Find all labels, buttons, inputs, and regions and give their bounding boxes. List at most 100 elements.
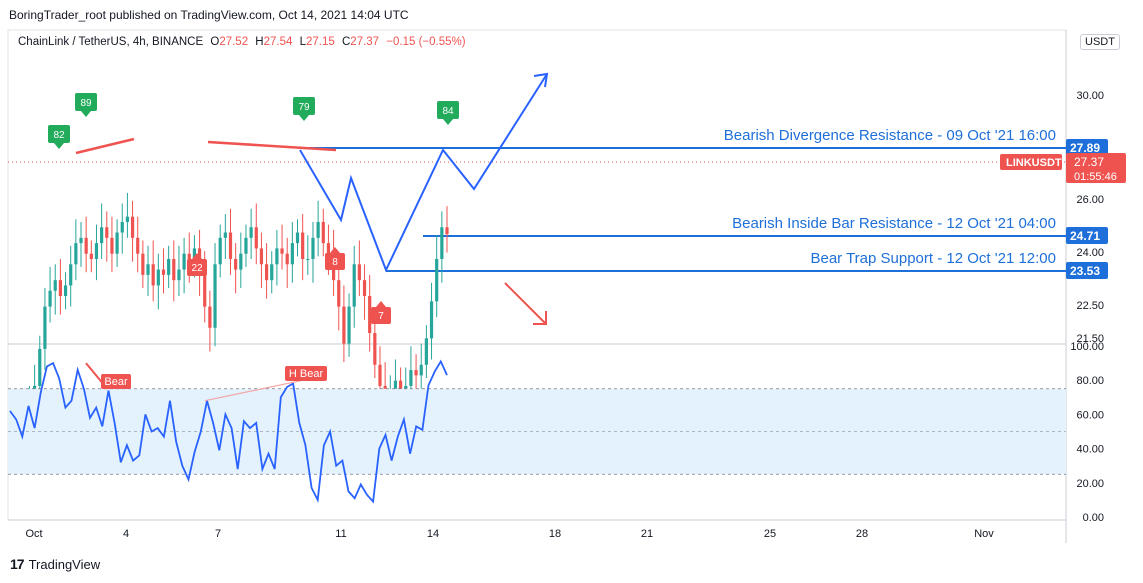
candle-body (161, 269, 166, 275)
candle-body (125, 216, 130, 222)
candle-body (74, 243, 78, 265)
candle-body (172, 258, 176, 281)
candle-body (141, 253, 145, 275)
green-marker-pointer (299, 115, 309, 121)
candle-body (223, 232, 227, 238)
time-tick-label: 11 (335, 528, 346, 540)
candle-body (435, 258, 439, 302)
candle-body (203, 274, 207, 307)
tradingview-logo-icon: 17 (10, 556, 25, 572)
candle-body (48, 290, 52, 307)
green-marker-label: 89 (80, 98, 92, 109)
candle-body (414, 370, 418, 376)
bearish-divergence-line (75, 137, 135, 155)
divergence-label: Bear (104, 376, 128, 388)
candle-body (100, 227, 104, 244)
candle-body (316, 221, 320, 238)
projection-path (299, 73, 548, 273)
candle-body (321, 221, 325, 244)
candle-body (218, 237, 222, 265)
candle-body (301, 232, 305, 259)
price-level-tag-value: 27.89 (1070, 141, 1100, 155)
candle-body (58, 280, 62, 297)
candle-body (146, 264, 150, 275)
tradingview-footer: 17 TradingView (10, 556, 100, 572)
candle-body (79, 237, 83, 244)
candle-body (378, 364, 382, 386)
candle-body (115, 232, 119, 254)
price-tick-label: 30.00 (1076, 90, 1104, 102)
candle-body (249, 227, 253, 238)
price-tick-label: 24.00 (1076, 247, 1104, 259)
rsi-tick-label: 0.00 (1083, 512, 1104, 524)
candle-body (285, 253, 289, 265)
rsi-tick-label: 60.00 (1076, 409, 1104, 421)
candle-body (295, 232, 300, 244)
candle-body (105, 227, 109, 238)
last-price-value: 27.37 (1074, 155, 1104, 169)
green-marker-label: 79 (298, 102, 310, 113)
red-marker-label: 8 (332, 257, 338, 268)
candle-body (244, 237, 248, 254)
green-marker-label: 84 (442, 106, 454, 117)
candle-body (151, 264, 155, 286)
candle-body (352, 264, 356, 307)
price-level-label: Bearish Divergence Resistance - 09 Oct '… (724, 127, 1056, 144)
price-level-label: Bearish Inside Bar Resistance - 12 Oct '… (732, 215, 1056, 232)
time-tick-label: 28 (856, 528, 868, 540)
time-tick-label: 14 (427, 528, 439, 540)
candle-body (342, 306, 346, 344)
candle-body (270, 264, 274, 281)
candle-body (177, 269, 181, 281)
red-marker-label: 7 (378, 311, 384, 322)
down-arrow (504, 282, 547, 325)
currency-selector[interactable]: USDT (1080, 34, 1120, 50)
symbol-tag-label: LINKUSDT (1006, 157, 1062, 169)
tradingview-brand: TradingView (28, 556, 101, 572)
price-level-tag-value: 24.71 (1070, 229, 1100, 243)
time-tick-label: 7 (215, 528, 221, 540)
hidden-bearish-divergence-line (207, 140, 337, 152)
time-tick-label: 18 (549, 528, 561, 540)
candle-body (362, 280, 367, 297)
candle-body (63, 285, 68, 297)
green-marker-pointer (54, 143, 64, 149)
green-marker-pointer (81, 111, 91, 117)
candle-body (110, 237, 114, 254)
time-tick-label: 25 (764, 528, 776, 540)
candle-body (254, 227, 258, 249)
candle-body (347, 306, 351, 344)
candle-body (228, 232, 233, 259)
candle-body (373, 333, 377, 365)
candle-body (275, 248, 279, 265)
candle-body (419, 364, 423, 376)
price-tick-label: 26.00 (1076, 194, 1104, 206)
green-marker-label: 82 (53, 130, 65, 141)
time-tick-label: 21 (641, 528, 653, 540)
rsi-tick-label: 40.00 (1076, 444, 1104, 456)
candle-body (120, 221, 124, 233)
chart-canvas[interactable]: Oct47111418212528Nov30.0028.0026.0024.00… (0, 0, 1143, 583)
candle-body (38, 348, 42, 386)
candle-body (69, 264, 73, 286)
green-marker-pointer (443, 119, 453, 125)
candle-body (337, 280, 341, 307)
candle-body (130, 216, 135, 238)
time-tick-label: Nov (974, 528, 994, 540)
candle-body (440, 227, 444, 259)
candle-body (43, 306, 47, 349)
candle-body (182, 253, 186, 270)
candle-body (239, 253, 243, 270)
price-tick-label: 22.50 (1076, 300, 1104, 312)
candle-body (280, 248, 284, 254)
candle-body (208, 306, 212, 328)
candle-body (429, 301, 434, 339)
price-level-tag-value: 23.53 (1070, 264, 1100, 278)
rsi-tick-label: 20.00 (1076, 478, 1104, 490)
divergence-label: H Bear (289, 368, 324, 380)
candle-body (167, 258, 171, 275)
candle-body (156, 269, 160, 286)
bar-countdown: 01:55:46 (1074, 171, 1117, 183)
candle-body (357, 264, 361, 281)
candle-body (326, 243, 331, 254)
